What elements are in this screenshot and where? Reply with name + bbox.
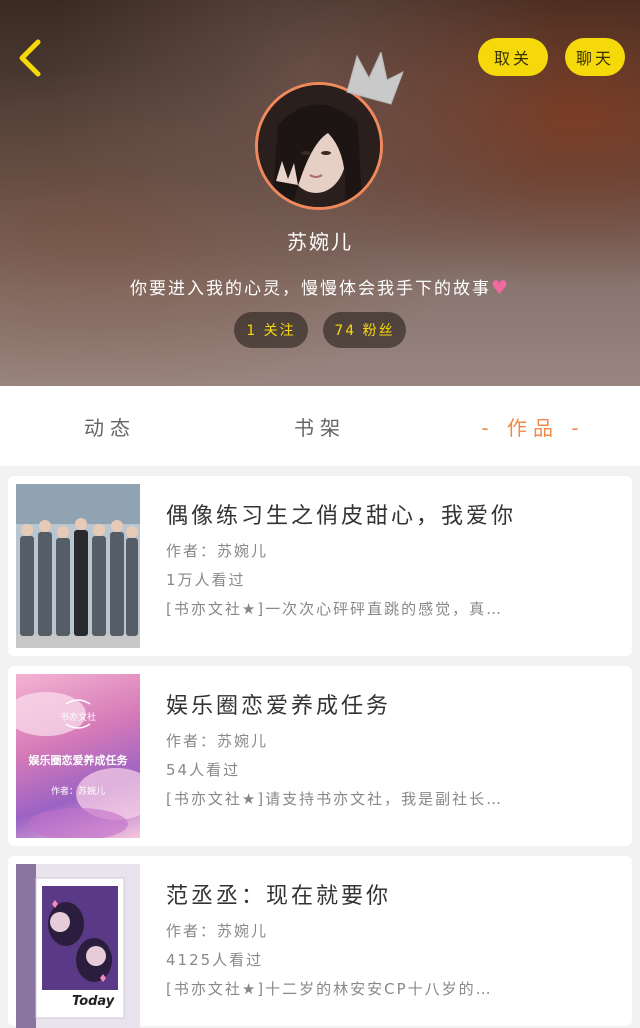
- work-title: 偶像练习生之俏皮甜心，我爱你: [166, 504, 517, 529]
- cover-label-main: 娱乐圈恋爱养成任务: [28, 754, 128, 767]
- cover-label-top: 书亦文社: [59, 713, 96, 723]
- work-author: 作者：苏婉儿: [166, 732, 269, 750]
- work-author: 作者：苏婉儿: [166, 542, 269, 560]
- followers-label: 74 粉丝: [334, 323, 395, 339]
- unfollow-button-label: 取关: [493, 49, 532, 68]
- profile-tabs: 动态 书架 - 作品 -: [0, 386, 640, 466]
- heart-icon: ♥: [490, 277, 511, 299]
- bio-text: 你要进入我的心灵，慢慢体会我手下的故事: [129, 279, 491, 299]
- avatar-container: [255, 52, 404, 210]
- tab-works[interactable]: - 作品 -: [468, 386, 598, 466]
- following-count[interactable]: 1 关注: [234, 312, 308, 348]
- book-cover: 书亦文社 娱乐圈恋爱养成任务 作者：苏婉儿: [16, 674, 140, 838]
- cover-label-today: Today: [72, 994, 115, 1009]
- crown-icon: [346, 52, 404, 105]
- cover-image: [16, 484, 140, 648]
- book-cover: Today: [16, 864, 140, 1028]
- work-title: 娱乐圈恋爱养成任务: [166, 694, 392, 719]
- work-views: 1万人看过: [166, 571, 246, 589]
- cover-label-author: 作者：苏婉儿: [50, 787, 105, 797]
- chevron-left-icon: [19, 39, 41, 77]
- book-cover: [16, 484, 140, 648]
- back-button[interactable]: [14, 38, 48, 78]
- list-item[interactable]: Today 范丞丞：现在就要你 作者：苏婉儿 4125人看过 [书亦文社★]十二…: [8, 856, 632, 1028]
- bio: 你要进入我的心灵，慢慢体会我手下的故事♥: [0, 274, 640, 299]
- unfollow-button[interactable]: 取关: [478, 38, 548, 76]
- work-author: 作者：苏婉儿: [166, 922, 269, 940]
- tab-bookshelf[interactable]: 书架: [270, 386, 370, 466]
- tab-moments[interactable]: 动态: [60, 386, 160, 466]
- work-description: [书亦文社★]请支持书亦文社，我是副社长…: [166, 790, 504, 808]
- work-description: [书亦文社★]十二岁的林安安CP十八岁的…: [166, 980, 493, 998]
- list-item[interactable]: 书亦文社 娱乐圈恋爱养成任务 作者：苏婉儿 娱乐圈恋爱养成任务 作者：苏婉儿 5…: [8, 666, 632, 846]
- chat-button-label: 聊天: [575, 49, 614, 68]
- list-item[interactable]: 偶像练习生之俏皮甜心，我爱你 作者：苏婉儿 1万人看过 [书亦文社★]一次次心砰…: [8, 476, 632, 656]
- profile-header: 取关 聊天 苏婉儿 你要进入我的心灵，慢慢体会我手下的故事♥ 1 关注 74 粉…: [0, 0, 640, 386]
- chat-button[interactable]: 聊天: [565, 38, 625, 76]
- following-label: 1 关注: [246, 323, 296, 339]
- work-views: 54人看过: [166, 761, 241, 779]
- followers-count[interactable]: 74 粉丝: [323, 312, 406, 348]
- work-views: 4125人看过: [166, 951, 264, 969]
- username: 苏婉儿: [287, 230, 353, 254]
- work-description: [书亦文社★]一次次心砰砰直跳的感觉，真…: [166, 600, 504, 618]
- work-title: 范丞丞：现在就要你: [166, 884, 392, 909]
